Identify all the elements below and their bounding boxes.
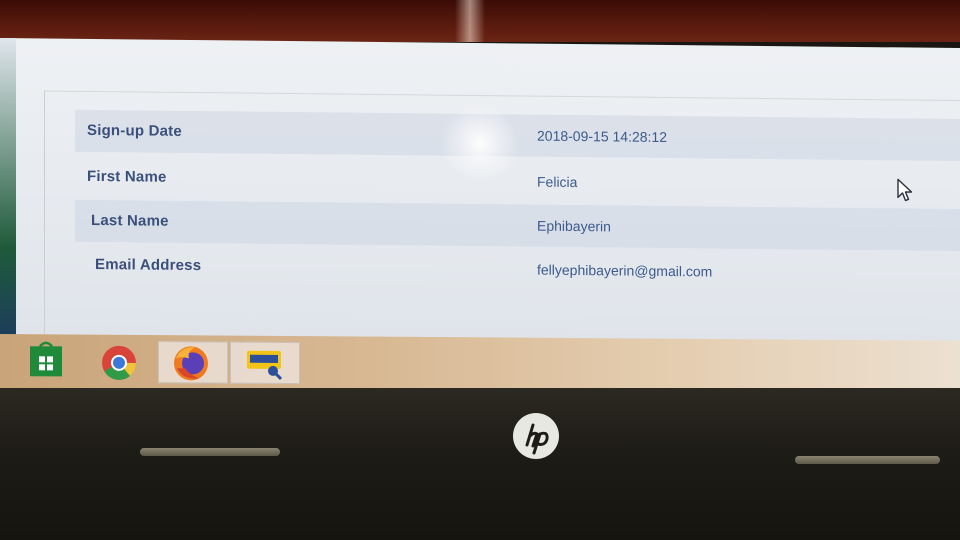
- chrome-icon: [102, 345, 137, 380]
- first-name-row: First Name Felicia: [75, 156, 960, 207]
- taskbar-store-button[interactable]: [12, 340, 82, 382]
- photo-scene: Sign-up Date 2018-09-15 14:28:12 First N…: [0, 0, 960, 540]
- hp-logo-icon: [513, 413, 559, 459]
- taskbar-chrome-button[interactable]: [84, 341, 154, 383]
- signup-date-row: Sign-up Date 2018-09-15 14:28:12: [75, 109, 960, 162]
- signup-date-value: 2018-09-15 14:28:12: [537, 127, 667, 145]
- signup-date-label: Sign-up Date: [87, 121, 182, 140]
- store-icon: [30, 341, 62, 377]
- left-hinge: [140, 448, 280, 456]
- screen-left-edge: [0, 38, 16, 339]
- network-app-icon: [247, 350, 283, 381]
- light-glare-streak: [455, 0, 485, 42]
- laptop-body: [0, 388, 960, 540]
- last-name-label: Last Name: [91, 211, 169, 230]
- last-name-row: Last Name Ephibayerin: [75, 199, 960, 252]
- mouse-cursor-icon: [897, 178, 913, 202]
- profile-details-panel: Sign-up Date 2018-09-15 14:28:12 First N…: [44, 90, 960, 352]
- first-name-value: Felicia: [537, 173, 578, 191]
- taskbar-network-app-button[interactable]: [230, 341, 300, 385]
- last-name-value: Ephibayerin: [537, 217, 611, 235]
- email-address-row: Email Address fellyephibayerin@gmail.com: [75, 244, 960, 295]
- windows-taskbar: [0, 334, 960, 395]
- screen: Sign-up Date 2018-09-15 14:28:12 First N…: [0, 38, 960, 352]
- firefox-icon: [174, 346, 208, 381]
- right-hinge: [795, 456, 940, 464]
- first-name-label: First Name: [87, 167, 167, 186]
- email-address-label: Email Address: [95, 255, 202, 275]
- taskbar-firefox-button[interactable]: [158, 341, 228, 384]
- email-address-value: fellyephibayerin@gmail.com: [537, 261, 713, 280]
